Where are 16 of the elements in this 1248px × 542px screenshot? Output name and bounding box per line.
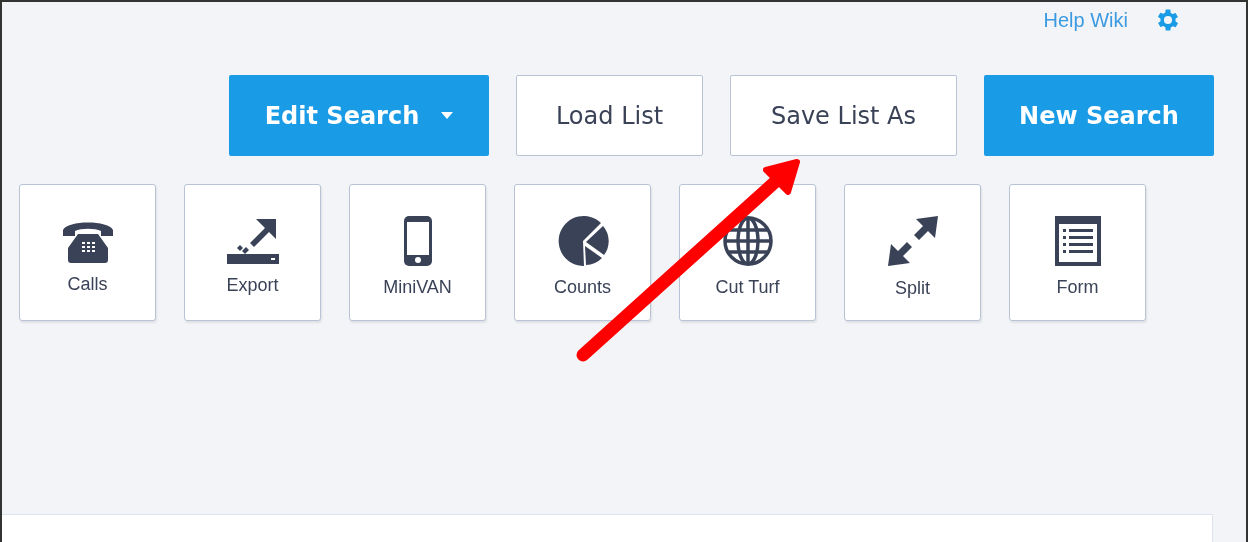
globe-icon: [721, 215, 774, 267]
tool-button[interactable]: MiniVAN: [349, 184, 486, 321]
tool-button[interactable]: Calls: [19, 184, 156, 321]
list-form-icon: [1053, 215, 1102, 267]
tool-button[interactable]: Export: [184, 184, 321, 321]
button[interactable]: Save List As: [730, 75, 957, 156]
button[interactable]: Load List: [516, 75, 703, 156]
export-icon: [225, 217, 280, 265]
tool-button[interactable]: Form: [1009, 184, 1146, 321]
mobile-phone-icon: [402, 215, 433, 267]
tool-button[interactable]: Split: [844, 184, 981, 321]
pie-chart-icon: [556, 215, 609, 267]
caret-icon: [441, 112, 454, 119]
tool-button[interactable]: Counts: [514, 184, 651, 321]
diagonal-arrows-icon: [885, 214, 940, 268]
tool-button[interactable]: Cut Turf: [679, 184, 816, 321]
